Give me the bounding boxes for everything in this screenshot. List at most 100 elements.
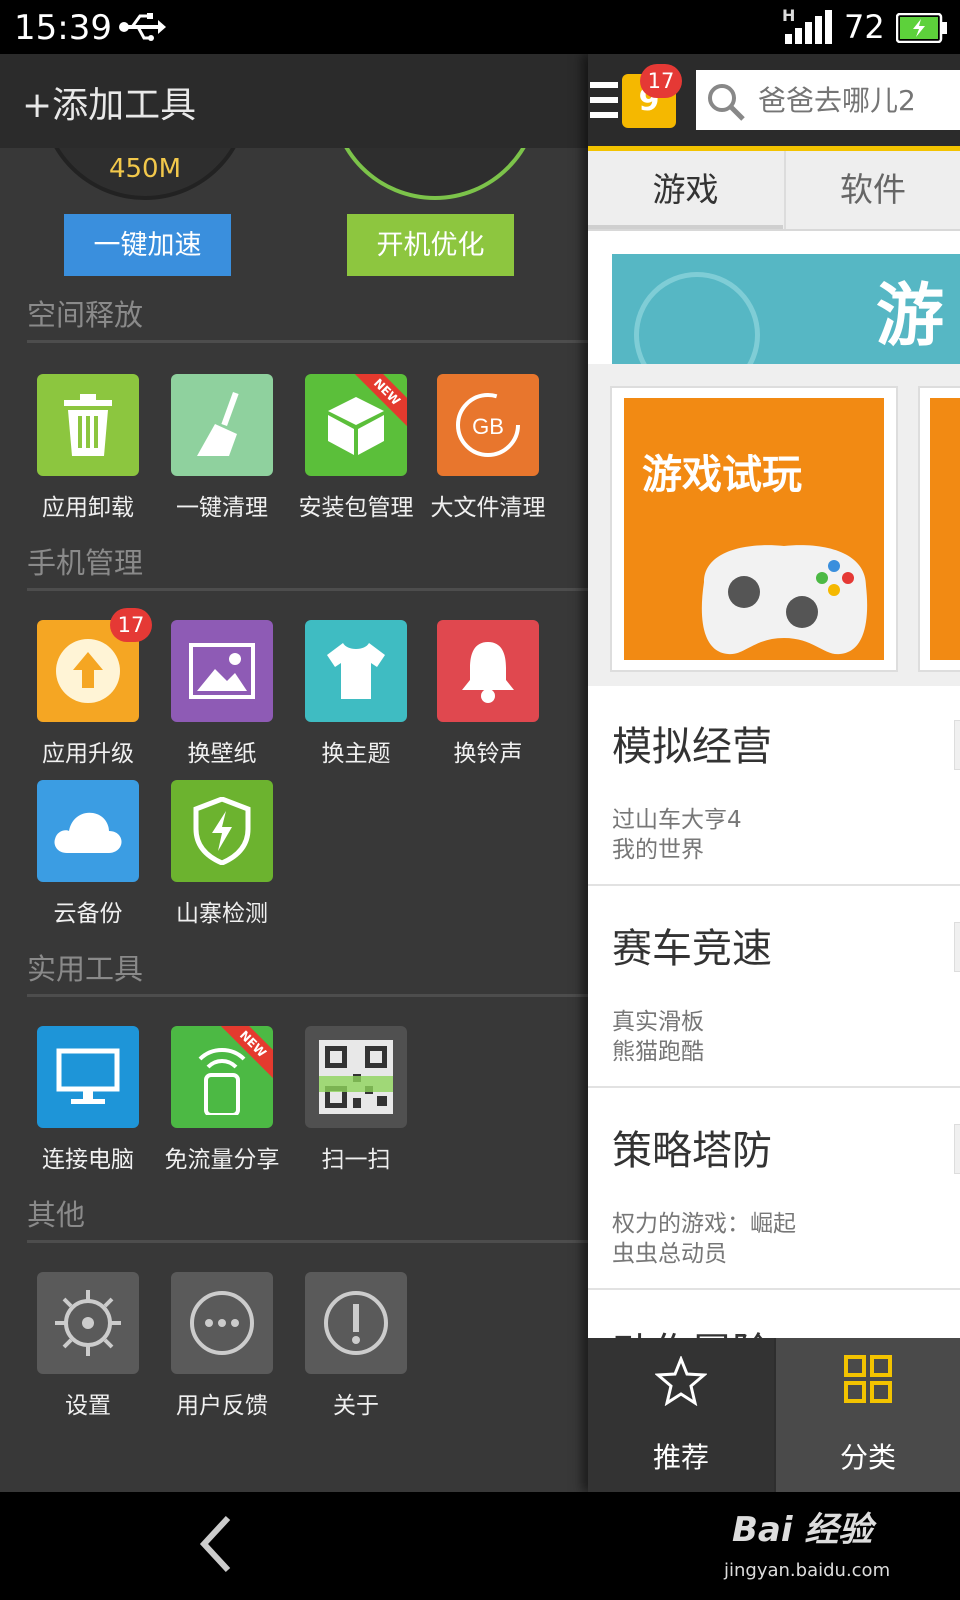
category-more-tab — [954, 922, 960, 972]
phone-wifi-icon: NEW — [171, 1026, 273, 1128]
promo-card-game-trial[interactable]: 游戏试玩 — [610, 386, 898, 672]
section-title-phone-management: 手机管理 — [27, 546, 144, 580]
tool-connect-pc[interactable]: 连接电脑 — [20, 1026, 156, 1176]
section-title-other: 其他 — [27, 1198, 86, 1232]
tab-divider — [588, 229, 960, 231]
category-item: 我的世界 — [612, 837, 704, 863]
nav-recommend[interactable]: 推荐 — [588, 1338, 774, 1492]
tool-label: 应用升级 — [42, 741, 134, 767]
app-store-panel: 9 17 游戏 软件 游 游戏试玩 — [588, 54, 960, 1492]
picture-icon — [171, 620, 273, 722]
box-icon: NEW — [305, 374, 407, 476]
add-tool-button[interactable]: +添加工具 — [22, 76, 196, 128]
tool-label: 换铃声 — [453, 741, 523, 767]
tool-change-wallpaper[interactable]: 换壁纸 — [154, 620, 290, 770]
tool-label: 扫一扫 — [321, 1147, 391, 1173]
usb-icon — [119, 13, 166, 41]
tool-change-ringtone[interactable]: 换铃声 — [420, 620, 556, 770]
logo-badge: 17 — [640, 64, 682, 98]
watermark-logo: Bai 经验 — [732, 1510, 873, 1550]
tool-about[interactable]: 关于 — [288, 1272, 424, 1422]
tool-large-file-clean[interactable]: GB 大文件清理 — [420, 374, 556, 524]
section-title-space-release: 空间释放 — [27, 298, 144, 332]
category-more-tab — [954, 720, 960, 770]
panel-topbar: 9 17 — [588, 54, 960, 146]
trash-icon — [37, 374, 139, 476]
section-divider — [27, 340, 588, 343]
category-title: 模拟经营 — [612, 724, 772, 770]
svg-text:GB: GB — [472, 414, 504, 439]
gb-icon: GB — [437, 374, 539, 476]
tab-software[interactable]: 软件 — [784, 151, 960, 229]
search-box[interactable] — [696, 70, 960, 130]
promo-image — [930, 398, 960, 660]
battery-icon — [896, 13, 947, 43]
category-row[interactable]: 策略塔防 权力的游戏：崛起 虫虫总动员 — [588, 1090, 960, 1290]
grid-icon — [844, 1355, 892, 1403]
tool-one-click-clean[interactable]: 一键清理 — [154, 374, 290, 524]
tool-label: 云备份 — [53, 901, 123, 927]
gear-icon — [37, 1272, 139, 1374]
tab-games[interactable]: 游戏 — [588, 151, 783, 229]
tools-drawer: 450M +添加工具 一键加速 开机优化 空间释放 应用卸载 一键清理 NEW … — [0, 54, 588, 1492]
tool-label: 应用卸载 — [42, 495, 134, 521]
category-title: 赛车竞速 — [612, 926, 772, 972]
nav-category[interactable]: 分类 — [776, 1338, 960, 1492]
tool-package-manager[interactable]: NEW 安装包管理 — [288, 374, 424, 524]
drawer-header: +添加工具 — [0, 54, 588, 148]
shield-bolt-icon — [171, 780, 273, 882]
tool-change-theme[interactable]: 换主题 — [288, 620, 424, 770]
tool-label: 换壁纸 — [187, 741, 257, 767]
search-icon — [708, 84, 745, 121]
system-nav-bar: Bai 经验 jingyan.baidu.com — [0, 1492, 960, 1600]
section-divider — [27, 994, 588, 997]
category-more-tab — [954, 1124, 960, 1174]
tool-feedback[interactable]: 用户反馈 — [154, 1272, 290, 1422]
status-time: 15:39 — [14, 8, 112, 48]
joystick-icon — [634, 272, 760, 364]
tool-settings[interactable]: 设置 — [20, 1272, 156, 1422]
tool-label: 用户反馈 — [176, 1393, 268, 1419]
tool-cloud-backup[interactable]: 云备份 — [20, 780, 156, 930]
promo-image: 游戏试玩 — [624, 398, 884, 660]
info-exclamation-icon — [305, 1272, 407, 1374]
category-row[interactable]: 模拟经营 过山车大亨4 我的世界 — [588, 686, 960, 886]
tool-counterfeit-check[interactable]: 山寨检测 — [154, 780, 290, 930]
battery-level: 72 — [844, 8, 885, 46]
tool-label: 免流量分享 — [164, 1147, 280, 1173]
tool-label: 大文件清理 — [430, 495, 546, 521]
bottom-nav: 推荐 分类 — [588, 1338, 960, 1492]
tool-app-uninstall[interactable]: 应用卸载 — [20, 374, 156, 524]
tool-label: 关于 — [333, 1393, 379, 1419]
boot-optimize-button[interactable]: 开机优化 — [347, 214, 514, 276]
menu-icon[interactable] — [590, 80, 620, 120]
cloud-icon — [37, 780, 139, 882]
tool-label: 安装包管理 — [298, 495, 414, 521]
upgrade-count-badge: 17 — [110, 608, 152, 642]
category-row[interactable]: 赛车竞速 真实滑板 熊猫跑酷 — [588, 888, 960, 1088]
category-item: 虫虫总动员 — [612, 1241, 727, 1267]
category-item: 熊猫跑酷 — [612, 1039, 704, 1065]
memory-readout: 450M — [108, 154, 182, 184]
promo-title: 游戏试玩 — [642, 452, 802, 498]
tool-scan[interactable]: 扫一扫 — [288, 1026, 424, 1176]
tool-label: 换主题 — [321, 741, 391, 767]
star-icon — [655, 1356, 707, 1406]
tool-data-free-share[interactable]: NEW 免流量分享 — [154, 1026, 290, 1176]
games-banner[interactable]: 游 — [612, 254, 960, 364]
promo-card-next[interactable] — [918, 386, 960, 672]
tab-bar: 游戏 软件 — [588, 151, 960, 229]
tshirt-icon — [305, 620, 407, 722]
search-input[interactable] — [758, 70, 958, 130]
broom-icon — [171, 374, 273, 476]
category-item: 真实滑板 — [612, 1009, 704, 1035]
status-bar: 15:39 H 72 — [0, 0, 960, 54]
category-item: 过山车大亨4 — [612, 807, 742, 833]
tool-app-upgrade[interactable]: 17 应用升级 — [20, 608, 156, 770]
back-icon[interactable] — [196, 1514, 236, 1574]
banner-text: 游 — [876, 277, 945, 356]
one-click-boost-button[interactable]: 一键加速 — [64, 214, 231, 276]
tool-label: 连接电脑 — [42, 1147, 134, 1173]
section-title-utilities: 实用工具 — [27, 952, 144, 986]
monitor-icon — [37, 1026, 139, 1128]
